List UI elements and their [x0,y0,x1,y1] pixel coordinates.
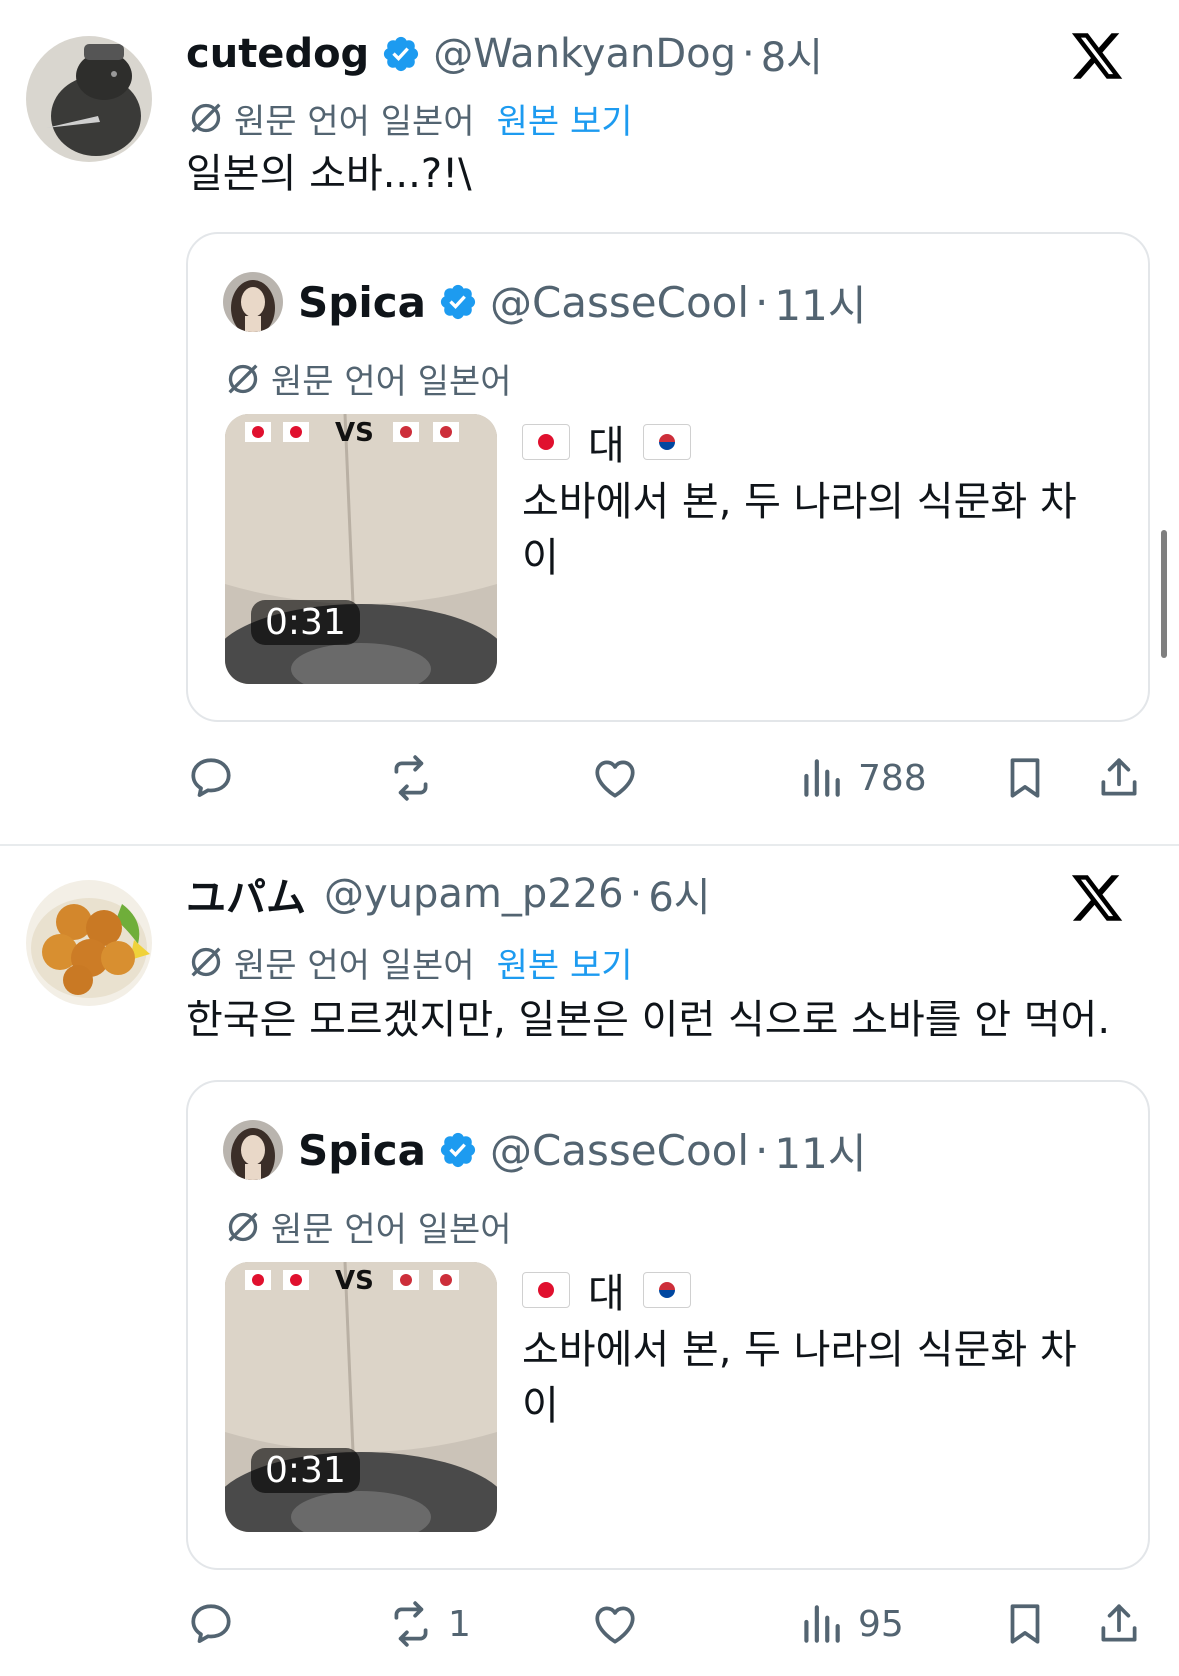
translation-label: 원문 언어 일본어 [234,101,475,142]
tweet-header: cutedog @WankyanDog · 8시 [186,26,823,82]
translate-icon [186,942,226,982]
quote-text: 소바에서 본, 두 나라의 식문화 차이 [522,1327,1077,1429]
video-duration: 0:31 [251,600,360,645]
heart-icon [590,753,640,803]
timestamp[interactable]: 8시 [761,25,823,83]
heart-icon [590,1599,640,1649]
video-thumbnail[interactable]: VS 0:31 [225,1262,497,1532]
display-name[interactable]: ユパム [186,865,306,923]
avatar-dog[interactable] [26,36,152,162]
quote-header: Spica @CasseCool · 11시 [298,272,866,332]
avatar-spica[interactable] [223,1120,283,1180]
like-button[interactable] [590,1594,652,1654]
quote-translation-row: 원문 언어 일본어 [223,1202,512,1251]
tweet-text: 일본의 소바...?!\ [186,151,472,197]
quote-display-name[interactable]: Spica [298,278,426,327]
bookmark-button[interactable] [1000,748,1050,808]
views-button[interactable]: 95 [796,1594,904,1654]
display-name[interactable]: cutedog [186,31,369,77]
separator-dot: · [741,31,755,77]
share-icon [1094,753,1144,803]
thumbnail-vs-label: VS [335,1266,374,1296]
tweet-1[interactable]: cutedog @WankyanDog · 8시 원문 언어 일본어 원본 보기… [0,0,1179,846]
thumbnail-vs-label: VS [335,418,374,448]
tweet-text: 한국은 모르겠지만, 일본은 이런 식으로 소바를 안 먹어. [186,997,1111,1043]
avatar-karaage[interactable] [26,880,152,1006]
reply-button[interactable] [186,748,248,808]
x-logo-icon[interactable] [1069,28,1125,84]
timestamp[interactable]: 6시 [648,865,710,923]
japan-flag-icon [522,424,570,460]
versus-word: 대 [588,1271,625,1317]
reply-button[interactable] [186,1594,248,1654]
translate-icon [223,359,263,399]
bookmark-button[interactable] [1000,1594,1050,1654]
repost-icon [386,1599,436,1649]
handle[interactable]: @yupam_p226 [324,871,624,917]
avatar-spica[interactable] [223,272,283,332]
translation-row: 원문 언어 일본어 원본 보기 [186,90,633,146]
video-thumbnail[interactable]: VS 0:31 [225,414,497,684]
scrollbar[interactable] [1161,530,1167,658]
views-chart-icon [796,1599,846,1649]
korea-flag-icon [642,1272,691,1308]
verified-badge-icon [438,1130,478,1170]
quote-translation-row: 원문 언어 일본어 [223,354,512,403]
quote-display-name[interactable]: Spica [298,1126,426,1175]
tweet-header: ユパム @yupam_p226 · 6시 [186,866,711,922]
quote-timestamp[interactable]: 11시 [774,272,866,333]
bookmark-icon [1000,753,1050,803]
translate-icon [186,98,226,138]
action-bar: 788 [186,748,1150,808]
tweet-2[interactable]: ユパム @yupam_p226 · 6시 원문 언어 일본어 원본 보기 한국은… [0,848,1179,1676]
repost-count: 1 [448,1603,471,1645]
quote-header: Spica @CasseCool · 11시 [298,1120,866,1180]
separator-dot: · [755,277,769,327]
verified-badge-icon [381,34,421,74]
action-bar: 1 95 [186,1594,1150,1654]
view-count: 95 [858,1603,904,1645]
view-original-link[interactable]: 원본 보기 [497,938,633,987]
views-button[interactable]: 788 [796,748,927,808]
translation-row: 원문 언어 일본어 원본 보기 [186,934,633,990]
repost-button[interactable] [386,748,448,808]
view-count: 788 [858,757,927,799]
quote-handle[interactable]: @CasseCool [490,278,749,327]
verified-badge-icon [438,282,478,322]
tweet-divider [0,844,1179,846]
korea-flag-icon [642,424,691,460]
separator-dot: · [629,871,643,917]
quote-timestamp[interactable]: 11시 [774,1120,866,1181]
separator-dot: · [755,1125,769,1175]
like-button[interactable] [590,748,652,808]
video-duration: 0:31 [251,1448,360,1493]
quote-tweet[interactable]: Spica @CasseCool · 11시 원문 언어 일본어 VS 0:31… [186,1080,1150,1570]
reply-icon [186,1599,236,1649]
quote-translation-label: 원문 언어 일본어 [271,1210,512,1250]
repost-icon [386,753,436,803]
repost-button[interactable]: 1 [386,1594,471,1654]
japan-flag-icon [522,1272,570,1308]
share-icon [1094,1599,1144,1649]
bookmark-icon [1000,1599,1050,1649]
views-chart-icon [796,753,846,803]
share-button[interactable] [1094,1594,1144,1654]
quote-flags-line: 대 [522,1262,691,1318]
quote-tweet[interactable]: Spica @CasseCool · 11시 원문 언어 일본어 VS 0:31… [186,232,1150,722]
view-original-link[interactable]: 원본 보기 [497,94,633,143]
quote-translation-label: 원문 언어 일본어 [271,362,512,402]
quote-text: 소바에서 본, 두 나라의 식문화 차이 [522,479,1077,581]
quote-flags-line: 대 [522,414,691,470]
translation-label: 원문 언어 일본어 [234,945,475,986]
reply-icon [186,753,236,803]
versus-word: 대 [588,423,625,469]
handle[interactable]: @WankyanDog [433,31,736,77]
share-button[interactable] [1094,748,1144,808]
quote-handle[interactable]: @CasseCool [490,1126,749,1175]
x-logo-icon[interactable] [1069,870,1125,926]
translate-icon [223,1207,263,1247]
